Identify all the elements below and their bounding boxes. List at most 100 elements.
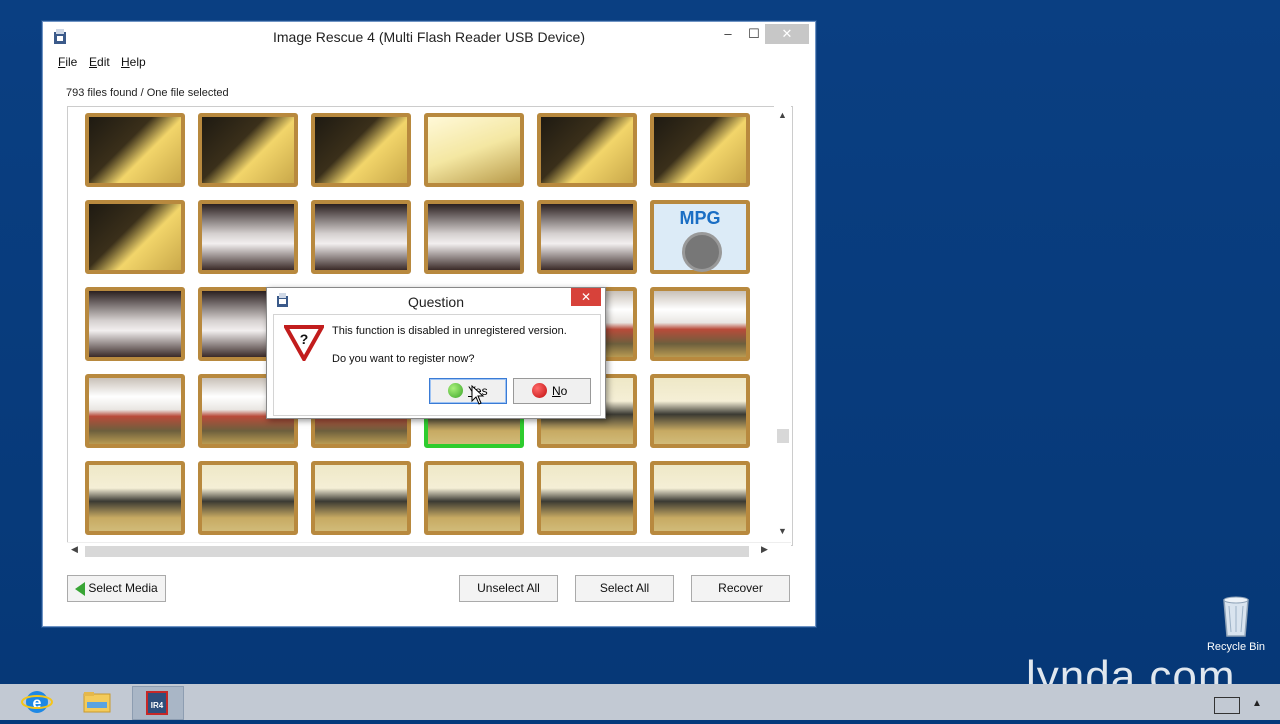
thumbnail-image (202, 117, 294, 183)
thumbnail[interactable] (85, 287, 185, 361)
no-label: No (552, 379, 567, 403)
thumbnail-image (541, 204, 633, 270)
thumbnail[interactable] (85, 113, 185, 187)
green-circle-icon (448, 383, 463, 398)
vertical-scroll-thumb[interactable] (777, 429, 789, 443)
thumbnail-image (202, 465, 294, 531)
no-button[interactable]: No (513, 378, 591, 404)
thumbnail[interactable] (85, 461, 185, 535)
thumbnail[interactable] (537, 461, 637, 535)
menu-file[interactable]: File (58, 55, 77, 69)
horizontal-scrollbar[interactable]: ◀ ▶ (67, 542, 791, 558)
film-reel-icon (682, 232, 722, 272)
thumbnail-image (89, 291, 181, 357)
dialog-close-button[interactable]: ✕ (571, 288, 601, 306)
svg-text:e: e (33, 695, 42, 712)
close-button[interactable]: ✕ (765, 24, 809, 44)
select-media-button[interactable]: Select Media (67, 575, 166, 602)
thumbnail[interactable] (424, 200, 524, 274)
thumbnail-image (654, 291, 746, 357)
thumbnail[interactable] (650, 374, 750, 448)
unselect-all-button[interactable]: Unselect All (459, 575, 558, 602)
thumbnail[interactable] (650, 287, 750, 361)
thumbnail[interactable] (85, 200, 185, 274)
mpg-label: MPG (679, 208, 721, 228)
menu-help-label: elp (129, 55, 146, 69)
svg-text:IR4: IR4 (151, 701, 164, 710)
mouse-cursor-icon (471, 385, 485, 405)
status-text: 793 files found / One file selected (66, 87, 229, 99)
thumbnail[interactable] (650, 113, 750, 187)
keyboard-icon[interactable] (1214, 697, 1240, 714)
thumbnail-image (654, 465, 746, 531)
question-dialog: Question ✕ ? This function is disabled i… (266, 287, 606, 419)
thumbnail-image (654, 378, 746, 444)
thumbnail-image (541, 117, 633, 183)
select-media-label: Select Media (88, 581, 158, 595)
thumbnail[interactable] (650, 461, 750, 535)
menu-edit-mnemonic: E (89, 55, 98, 69)
dialog-body: ? This function is disabled in unregiste… (273, 314, 601, 416)
thumbnail-image (428, 117, 520, 183)
menu-edit-label: dit (97, 55, 110, 69)
menu-help[interactable]: Help (121, 55, 146, 69)
no-label-rest: o (560, 384, 568, 398)
recover-button[interactable]: Recover (691, 575, 790, 602)
thumbnail[interactable] (311, 113, 411, 187)
thumbnail-image (89, 204, 181, 270)
thumbnail[interactable] (537, 200, 637, 274)
menu-help-mnemonic: H (121, 55, 130, 69)
thumbnail-image (315, 117, 407, 183)
thumbnail-image (428, 465, 520, 531)
no-mnemonic: N (552, 384, 561, 398)
thumbnail-mpg[interactable]: MPG (650, 200, 750, 274)
scroll-down-arrow-icon[interactable]: ▼ (778, 526, 787, 536)
thumbnail-image (428, 204, 520, 270)
question-warning-icon: ? (284, 325, 324, 361)
tray-up-arrow-icon[interactable]: ▲ (1252, 698, 1262, 709)
folder-icon (83, 692, 111, 713)
thumbnail[interactable] (424, 461, 524, 535)
thumbnail[interactable] (198, 200, 298, 274)
vertical-scrollbar[interactable]: ▲ ▼ (774, 106, 791, 544)
red-circle-icon (532, 383, 547, 398)
taskbar-internet-explorer[interactable]: e (12, 686, 62, 718)
image-rescue-icon: IR4 (146, 691, 168, 715)
taskbar-image-rescue[interactable]: IR4 (132, 686, 184, 720)
thumbnail-image (315, 465, 407, 531)
taskbar: e IR4 ▲ (0, 684, 1280, 720)
scroll-right-arrow-icon[interactable]: ▶ (761, 544, 768, 555)
menu-file-label: ile (65, 55, 78, 69)
mpg-video-icon: MPG (654, 204, 746, 272)
menu-bar: File Edit Help (43, 52, 815, 72)
yes-button[interactable]: Yes (429, 378, 507, 404)
menu-edit[interactable]: Edit (89, 55, 110, 69)
thumbnail-image (89, 378, 181, 444)
window-title: Image Rescue 4 (Multi Flash Reader USB D… (272, 29, 585, 45)
thumbnail-image (541, 465, 633, 531)
back-arrow-icon (75, 581, 86, 596)
thumbnail[interactable] (537, 113, 637, 187)
select-all-button[interactable]: Select All (575, 575, 674, 602)
title-bar[interactable]: Image Rescue 4 (Multi Flash Reader USB D… (43, 22, 815, 52)
dialog-message-1: This function is disabled in unregistere… (332, 325, 567, 337)
thumbnail-image (654, 117, 746, 183)
taskbar-file-explorer[interactable] (72, 686, 122, 718)
thumbnail[interactable] (85, 374, 185, 448)
recycle-bin-icon[interactable] (1212, 592, 1260, 638)
thumbnail[interactable] (311, 461, 411, 535)
scroll-up-arrow-icon[interactable]: ▲ (778, 110, 787, 120)
dialog-title: Question (407, 294, 465, 310)
scroll-left-arrow-icon[interactable]: ◀ (71, 544, 78, 555)
svg-text:?: ? (300, 331, 309, 347)
thumbnail[interactable] (424, 113, 524, 187)
thumbnail[interactable] (311, 200, 411, 274)
thumbnail[interactable] (198, 461, 298, 535)
internet-explorer-icon: e (21, 691, 53, 713)
thumbnail[interactable] (198, 113, 298, 187)
thumbnail-image (89, 465, 181, 531)
thumbnail-image (202, 204, 294, 270)
dialog-message-2: Do you want to register now? (332, 353, 475, 365)
horizontal-scroll-thumb[interactable] (85, 546, 749, 557)
thumbnail-image (89, 117, 181, 183)
